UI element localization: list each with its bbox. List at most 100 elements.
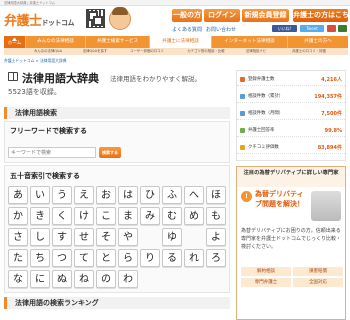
kana-index-button[interactable]: そ bbox=[96, 228, 116, 246]
kana-index-button[interactable]: ふ bbox=[162, 186, 182, 204]
search-section-heading: 法律用語検索 bbox=[4, 107, 230, 119]
kana-index-button[interactable]: ね bbox=[74, 270, 94, 288]
stats-panel: 登録弁護士数 4,216人 相談件数（累計） 194,357件 相談件数（月間） 7,50… bbox=[236, 70, 346, 161]
help-link[interactable]: お問い合わせ bbox=[206, 26, 236, 33]
side-tag: 専門弁護士 bbox=[241, 278, 291, 287]
kana-index-button[interactable]: あ bbox=[8, 186, 28, 204]
subnav-item[interactable]: みんなの法律Q&A bbox=[24, 48, 72, 55]
nav-item-search[interactable]: 弁護士検索サービス bbox=[86, 36, 150, 48]
kana-index-button[interactable]: て bbox=[74, 249, 94, 267]
kana-index-button[interactable]: ら bbox=[118, 249, 138, 267]
kana-index-button[interactable]: の bbox=[96, 270, 116, 288]
breadcrumb[interactable]: 弁護士ドットコム > 法律用語大辞典 bbox=[4, 58, 67, 64]
gojuon-heading: 五十音索引で検索する bbox=[10, 172, 80, 180]
login-button-label: ログイン bbox=[208, 11, 236, 19]
kana-index-button[interactable]: ほ bbox=[206, 186, 226, 204]
kana-index-button[interactable]: と bbox=[96, 249, 116, 267]
kana-index-button[interactable]: め bbox=[184, 207, 204, 225]
kana-index-button[interactable]: や bbox=[118, 228, 138, 246]
stat-icon bbox=[240, 145, 245, 150]
kana-index-button[interactable]: つ bbox=[52, 249, 72, 267]
kana-index-button[interactable]: し bbox=[30, 228, 50, 246]
kana-index-button[interactable]: り bbox=[140, 249, 160, 267]
kana-index-button[interactable]: き bbox=[30, 207, 50, 225]
kana-index-button[interactable]: え bbox=[74, 186, 94, 204]
subnav-item[interactable]: 弁護士の口コミ・評価 bbox=[276, 48, 342, 55]
search-button[interactable]: 検索する bbox=[99, 147, 121, 158]
tweet-button[interactable]: Tweet bbox=[300, 25, 324, 32]
kana-index-button[interactable]: わ bbox=[118, 270, 138, 288]
stat-label: 登録弁護士数 bbox=[248, 77, 275, 82]
kana-index-button[interactable]: へ bbox=[184, 186, 204, 204]
kana-index-button[interactable]: た bbox=[8, 249, 28, 267]
subnav-item[interactable]: 法律相談ナビ bbox=[236, 48, 276, 55]
kana-index-button[interactable]: さ bbox=[8, 228, 28, 246]
ranking-section-heading: 法律用語の検索ランキング bbox=[4, 297, 230, 309]
logo-main-text: 弁護士 bbox=[4, 14, 42, 29]
kana-index-button[interactable]: よ bbox=[206, 228, 226, 246]
kana-index-button[interactable]: ろ bbox=[206, 249, 226, 267]
nav-item-online[interactable]: インターネット法律相談 bbox=[212, 36, 288, 48]
kana-index-button[interactable]: せ bbox=[74, 228, 94, 246]
general-user-button[interactable]: 一般の方 bbox=[172, 9, 202, 22]
kana-index-button[interactable]: は bbox=[118, 186, 138, 204]
stat-label: 弁護士回答率 bbox=[248, 128, 275, 133]
page-title: 法律用語大辞典 bbox=[22, 72, 99, 85]
search-input[interactable] bbox=[8, 147, 96, 158]
side-banner-body: 為替デリバティブにお困りの方。信頼出来る専門家を弁護士ドットコムでじっくり比較・… bbox=[241, 228, 342, 250]
subnav-item[interactable]: 法律Q&Aを探す bbox=[72, 48, 118, 55]
lawyers-entry-label: 弁護士の方はこちら bbox=[293, 11, 350, 19]
login-button[interactable]: ログイン bbox=[204, 9, 240, 22]
kana-index-button[interactable]: に bbox=[30, 270, 50, 288]
kana-index-button[interactable]: ひ bbox=[140, 186, 160, 204]
book-icon bbox=[8, 72, 19, 81]
kana-index-button[interactable]: い bbox=[30, 186, 50, 204]
subnav-item[interactable]: ユーザー評価の口コミ bbox=[118, 48, 176, 55]
side-banner[interactable]: 注目の為替デリバティブに詳しい専門家 ! 為替デリバティブ問題を解決！ 為替デリ… bbox=[236, 166, 346, 320]
subnav-item[interactable]: カテゴリ別の相談・比較 bbox=[176, 48, 236, 55]
kana-index-button[interactable]: く bbox=[52, 207, 72, 225]
kana-index-button[interactable]: も bbox=[206, 207, 226, 225]
nav-item-consult[interactable]: みんなの法律相談 bbox=[26, 36, 86, 48]
stat-value: 7,500件 bbox=[321, 111, 342, 117]
stat-icon bbox=[240, 128, 245, 133]
kana-index-button[interactable]: ち bbox=[30, 249, 50, 267]
kana-index-button[interactable]: る bbox=[162, 249, 182, 267]
facebook-like-button[interactable]: いいね! bbox=[272, 25, 297, 32]
google-plus-icon[interactable] bbox=[327, 25, 336, 32]
stat-value: 194,357件 bbox=[314, 94, 342, 100]
kana-index-button[interactable]: ま bbox=[118, 207, 138, 225]
exclamation-icon: ! bbox=[241, 191, 252, 202]
side-banner-title: 為替デリバティブ問題を解決！ bbox=[255, 190, 304, 208]
kana-index-button[interactable]: む bbox=[162, 207, 182, 225]
register-button[interactable]: 新規会員登録 bbox=[242, 9, 289, 22]
rss-icon[interactable] bbox=[338, 25, 347, 32]
kana-index-button[interactable]: ゆ bbox=[162, 228, 182, 246]
side-tag: 損害賠償 bbox=[293, 267, 343, 276]
kana-index-button[interactable]: す bbox=[52, 228, 72, 246]
kana-index-button[interactable]: か bbox=[8, 207, 28, 225]
nav-home[interactable]: ホーム bbox=[4, 36, 26, 48]
top-info-text: 法律用語大辞典 | 弁護士ドットコム bbox=[4, 1, 55, 5]
register-button-label: 新規会員登録 bbox=[244, 11, 287, 19]
kana-index-button[interactable]: な bbox=[8, 270, 28, 288]
site-logo[interactable]: 弁護士ドットコム bbox=[4, 10, 75, 29]
kana-index-button[interactable]: う bbox=[52, 186, 72, 204]
term-count: 5523語を収録。 bbox=[8, 88, 61, 96]
stats-row: 相談件数（累計） 194,357件 bbox=[237, 91, 345, 103]
lawyers-entry-button[interactable]: 弁護士の方はこちら bbox=[293, 9, 350, 22]
stats-row: クチコミ評価数 83,894件 bbox=[237, 142, 345, 154]
kana-index-button[interactable]: れ bbox=[184, 249, 204, 267]
stat-value: 4,216人 bbox=[321, 77, 342, 83]
kana-index-button[interactable]: ぬ bbox=[52, 270, 72, 288]
stat-icon bbox=[240, 111, 245, 116]
nav-item-ask[interactable]: 弁護士に法律相談 bbox=[150, 36, 212, 48]
kana-index-button[interactable]: け bbox=[74, 207, 94, 225]
kana-index-button[interactable]: み bbox=[140, 207, 160, 225]
faq-link[interactable]: よくある質問 bbox=[172, 26, 202, 33]
side-notice-heading: 注目の為替デリバティブに詳しい専門家 bbox=[237, 167, 345, 187]
nav-item-lawyers[interactable]: 弁護士の方へ bbox=[288, 36, 348, 48]
qr-code-image bbox=[86, 9, 105, 28]
kana-index-button[interactable]: お bbox=[96, 186, 116, 204]
kana-index-button[interactable]: こ bbox=[96, 207, 116, 225]
